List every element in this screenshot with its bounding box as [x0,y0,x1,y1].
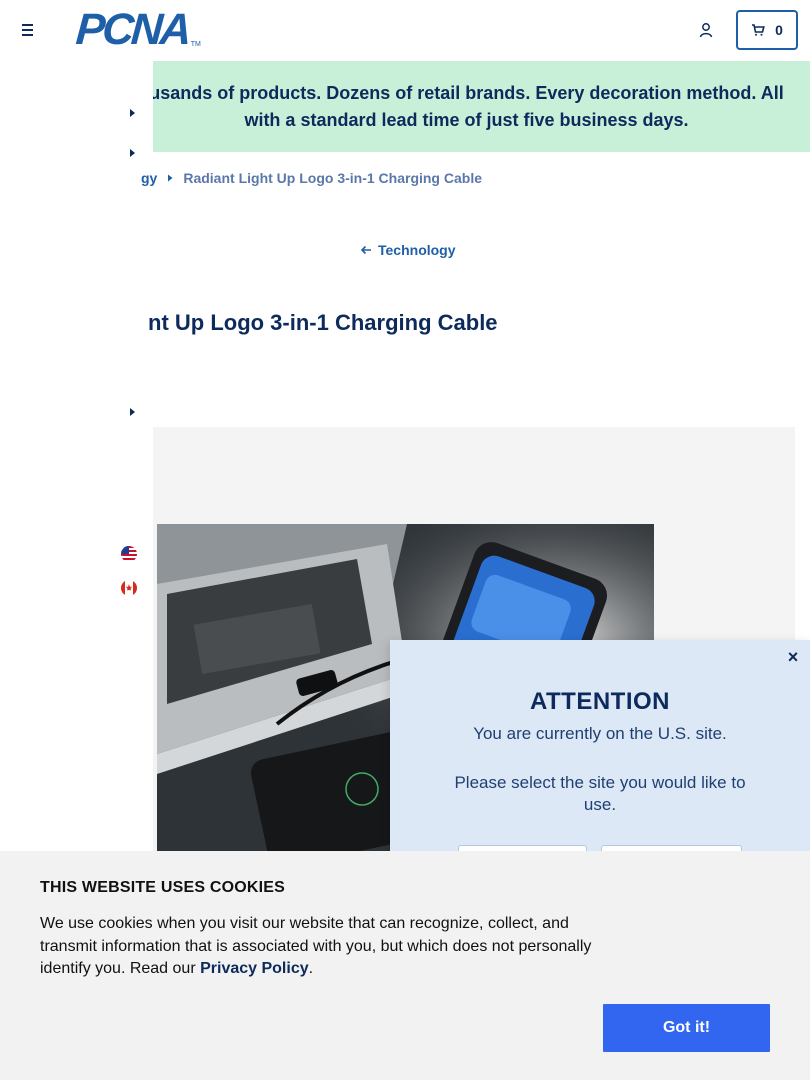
breadcrumb-current: Radiant Light Up Logo 3-in-1 Charging Ca… [183,170,482,186]
page: PCNA TM 0 usands of products. Dozens of … [0,0,810,1080]
expand-arrow-icon[interactable] [128,407,136,417]
breadcrumb-separator-icon [168,174,173,182]
promo-banner: usands of products. Dozens of retail bra… [149,61,810,152]
cookie-body: We use cookies when you visit our websit… [40,913,610,981]
pcna-logo[interactable]: PCNA TM [74,5,201,54]
close-icon[interactable]: × [786,648,800,666]
attention-instruction: Please select the site you would like to… [454,773,746,814]
expand-arrow-icon[interactable] [128,148,136,158]
hamburger-menu-icon[interactable] [18,20,38,40]
arrow-left-icon [360,245,371,255]
accept-cookies-button[interactable]: Got it! [603,1004,770,1052]
back-to-category-link[interactable]: Technology [360,242,456,258]
side-nav-panel [0,60,153,860]
promo-banner-text: usands of products. Dozens of retail bra… [149,82,784,130]
site-header: PCNA TM 0 [0,0,810,60]
cart-button[interactable]: 0 [736,10,798,50]
cart-icon [752,24,765,36]
breadcrumb: gy Radiant Light Up Logo 3-in-1 Charging… [141,170,482,186]
back-link-label: Technology [378,242,456,258]
account-icon[interactable] [698,22,714,38]
cookie-body-period: . [308,960,314,977]
attention-current-site: You are currently on the U.S. site. [473,724,727,743]
privacy-policy-link[interactable]: Privacy Policy [200,960,309,977]
logo-trademark: TM [190,41,201,48]
cookie-body-text: We use cookies when you visit our websit… [40,915,592,977]
canada-flag-icon[interactable] [121,580,137,596]
site-selection-modal: × ATTENTION You are currently on the U.S… [390,640,810,885]
breadcrumb-technology-link[interactable]: gy [141,170,157,186]
cookie-title: THIS WEBSITE USES COOKIES [40,879,286,896]
logo-text: PCNA [74,5,191,54]
us-flag-icon[interactable] [121,546,137,562]
expand-arrow-icon[interactable] [128,108,136,118]
cart-count: 0 [775,22,783,38]
cookie-banner: THIS WEBSITE USES COOKIES We use cookies… [0,851,810,1080]
product-title: nt Up Logo 3-in-1 Charging Cable [148,310,498,335]
attention-title: ATTENTION [529,688,671,715]
